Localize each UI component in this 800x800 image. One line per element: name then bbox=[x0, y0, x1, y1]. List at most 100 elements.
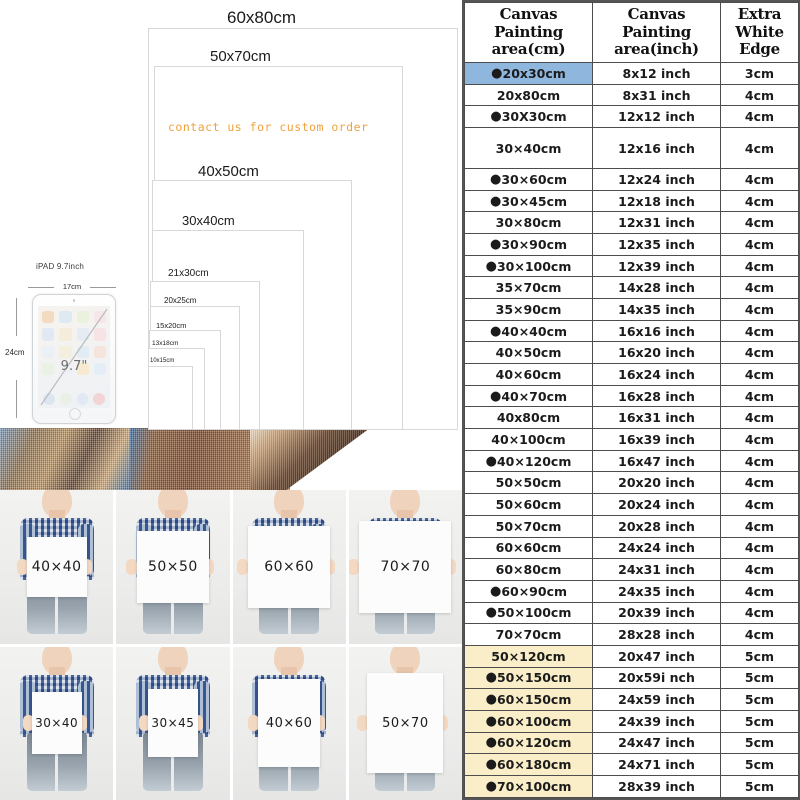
cell-white-edge: 4cm bbox=[720, 211, 799, 235]
table-row[interactable]: 60×60cm 24x24 inch 4cm bbox=[464, 536, 799, 560]
cell-size-inch: 20x24 inch bbox=[592, 493, 721, 516]
white-edge-value: 4cm bbox=[744, 627, 775, 643]
canvas-size-label: 40×60 bbox=[265, 715, 313, 731]
size-inch-value: 16x47 inch bbox=[618, 453, 695, 469]
cell-white-edge: 4cm bbox=[720, 341, 799, 365]
held-canvas: 60×60 bbox=[248, 525, 331, 608]
canvas-size-label: 30×40 bbox=[35, 716, 79, 731]
cell-size-cm: 60×60cm bbox=[464, 536, 593, 560]
held-canvas: 40×40 bbox=[26, 536, 87, 597]
size-inch-value: 20x24 inch bbox=[618, 496, 695, 512]
table-row[interactable]: 60×80cm 24x31 inch 4cm bbox=[464, 558, 799, 581]
size-cm-value: 40×70cm bbox=[501, 388, 568, 404]
table-row[interactable]: ●30×45cm 12x18 inch 4cm bbox=[464, 189, 799, 213]
table-row[interactable]: 40×50cm 16x20 inch 4cm bbox=[464, 341, 799, 365]
size-inch-value: 24x39 inch bbox=[618, 713, 695, 729]
size-cm-value: 30X30cm bbox=[501, 109, 567, 125]
cell-size-inch: 16x16 inch bbox=[592, 319, 721, 343]
white-edge-value: 4cm bbox=[744, 236, 775, 252]
table-row[interactable]: 35×70cm 14x28 inch 4cm bbox=[464, 276, 799, 300]
table-row[interactable]: ●30×100cm 12x39 inch 4cm bbox=[464, 254, 799, 278]
table-row[interactable]: ●60×90cm 24x35 inch 4cm bbox=[464, 579, 799, 603]
white-edge-value: 4cm bbox=[744, 388, 775, 404]
canvas-texture-band bbox=[0, 428, 462, 492]
held-canvas: 70×70 bbox=[359, 520, 452, 613]
size-rect-label: 15x20cm bbox=[156, 321, 187, 330]
size-cm-value: 70×70cm bbox=[495, 627, 562, 643]
scale-photo-cell: 70×70 bbox=[348, 490, 462, 644]
table-row[interactable]: 50×50cm 20x20 inch 4cm bbox=[464, 471, 799, 495]
cell-size-inch: 28x28 inch bbox=[592, 623, 721, 646]
table-row[interactable]: 35×90cm 14x35 inch 4cm bbox=[464, 298, 799, 321]
table-row[interactable]: ●60×120cm 24x47 inch 5cm bbox=[464, 731, 799, 755]
table-row[interactable]: 40×100cm 16x39 inch 4cm bbox=[464, 428, 799, 451]
white-edge-value: 4cm bbox=[744, 301, 775, 317]
ipad-screen: 9.7" bbox=[38, 306, 110, 408]
size-inch-value: 12x24 inch bbox=[618, 171, 695, 187]
cell-white-edge: 4cm bbox=[720, 384, 799, 408]
cell-size-cm: ●30×90cm bbox=[464, 233, 593, 256]
size-cm-value: 30×90cm bbox=[501, 236, 568, 252]
size-cm-value: 50×150cm bbox=[496, 670, 572, 686]
person-hand-left bbox=[348, 558, 359, 575]
table-row[interactable]: 50×70cm 20x28 inch 4cm bbox=[464, 514, 799, 538]
cell-size-inch: 20x39 inch bbox=[592, 601, 721, 625]
size-cm-value: 60×80cm bbox=[495, 562, 562, 577]
table-row[interactable]: 50×120cm 20x47 inch 5cm bbox=[464, 644, 799, 668]
size-cm-value: 40×60cm bbox=[495, 366, 562, 382]
table-row[interactable]: 30×40cm 12x16 inch 4cm bbox=[464, 127, 799, 170]
held-canvas: 50×50 bbox=[136, 530, 209, 603]
canvas-size-label: 30×45 bbox=[151, 716, 195, 731]
table-row[interactable]: 70×70cm 28x28 inch 4cm bbox=[464, 623, 799, 646]
cell-size-cm: ●30×60cm bbox=[464, 168, 593, 191]
table-row[interactable]: ●40×40cm 16x16 inch 4cm bbox=[464, 319, 799, 343]
table-row[interactable]: ●50×150cm 20x59i nch 5cm bbox=[464, 666, 799, 690]
bullet-dot: ● bbox=[489, 171, 502, 187]
cell-white-edge: 4cm bbox=[720, 428, 799, 451]
size-rect-label: 13x18cm bbox=[152, 340, 179, 347]
size-rect-label: 30x40cm bbox=[182, 213, 235, 228]
cell-size-cm: 30×80cm bbox=[464, 211, 593, 235]
cell-white-edge: 4cm bbox=[720, 276, 799, 300]
white-edge-value: 4cm bbox=[744, 540, 775, 556]
scale-photo-cell: 50×70 bbox=[348, 646, 462, 800]
table-row[interactable]: 40x80cm 16x31 inch 4cm bbox=[464, 406, 799, 430]
cell-size-cm: ●60×120cm bbox=[464, 731, 593, 755]
table-row[interactable]: 20x80cm 8x31 inch 4cm bbox=[464, 83, 799, 107]
table-row[interactable]: ●60×150cm 24x59 inch 5cm bbox=[464, 688, 799, 711]
white-edge-value: 5cm bbox=[744, 757, 775, 773]
table-row[interactable]: ●60×180cm 24x71 inch 5cm bbox=[464, 753, 799, 776]
cell-size-cm: 35×90cm bbox=[464, 298, 593, 321]
table-row[interactable]: ●60×100cm 24x39 inch 5cm bbox=[464, 709, 799, 733]
size-inch-value: 20x28 inch bbox=[618, 518, 695, 534]
size-cm-value: 30×100cm bbox=[496, 258, 572, 274]
size-cm-value: 40×100cm bbox=[491, 431, 566, 447]
size-inch-value: 20x59i nch bbox=[618, 670, 695, 686]
table-row[interactable]: ●30×60cm 12x24 inch 4cm bbox=[464, 168, 799, 191]
size-inch-value: 12x16 inch bbox=[618, 140, 695, 156]
cell-white-edge: 4cm bbox=[720, 189, 799, 213]
cell-size-cm: ●40×70cm bbox=[464, 384, 593, 408]
cell-size-inch: 16x28 inch bbox=[592, 384, 721, 408]
cell-size-cm: ●60×180cm bbox=[464, 753, 593, 776]
cell-white-edge: 5cm bbox=[720, 644, 799, 668]
table-row[interactable]: ●20x30cm 8x12 inch 3cm bbox=[464, 62, 799, 85]
white-edge-value: 5cm bbox=[744, 692, 775, 708]
cell-white-edge: 4cm bbox=[720, 579, 799, 603]
table-row[interactable]: ●30×90cm 12x35 inch 4cm bbox=[464, 233, 799, 256]
cell-size-cm: ●70×100cm bbox=[464, 774, 593, 799]
table-row[interactable]: 50×60cm 20x24 inch 4cm bbox=[464, 493, 799, 516]
size-rect-label: 50x70cm bbox=[210, 48, 271, 65]
table-row[interactable]: ●30X30cm 12x12 inch 4cm bbox=[464, 105, 799, 129]
table-row[interactable]: 30×80cm 12x31 inch 4cm bbox=[464, 211, 799, 235]
custom-order-note: contact us for custom order bbox=[168, 120, 369, 134]
table-row[interactable]: ●40×70cm 16x28 inch 4cm bbox=[464, 384, 799, 408]
cell-white-edge: 4cm bbox=[720, 471, 799, 495]
bullet-dot: ● bbox=[489, 583, 502, 599]
table-row[interactable]: 40×60cm 16x24 inch 4cm bbox=[464, 363, 799, 386]
table-row[interactable]: ●50×100cm 20x39 inch 4cm bbox=[464, 601, 799, 625]
table-row[interactable]: ●70×100cm 28x39 inch 5cm bbox=[464, 774, 799, 799]
size-inch-value: 28x39 inch bbox=[618, 778, 695, 794]
table-row[interactable]: ●40×120cm 16x47 inch 4cm bbox=[464, 449, 799, 473]
white-edge-value: 4cm bbox=[744, 345, 775, 361]
